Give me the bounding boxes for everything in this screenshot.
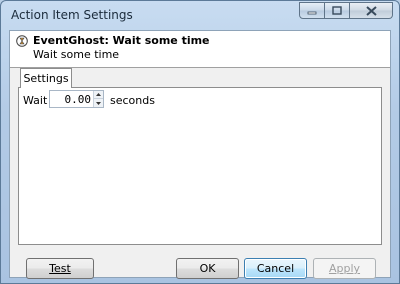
maximize-icon	[332, 5, 342, 15]
window-title: Action Item Settings	[11, 8, 133, 22]
settings-panel: Wait 0.00 seconds	[18, 87, 382, 245]
ok-button-label: OK	[199, 262, 216, 275]
hourglass-icon	[16, 35, 28, 47]
dialog-window: Action Item Settings EventGhost: Wait so…	[0, 0, 400, 284]
cancel-button[interactable]: Cancel	[244, 258, 307, 279]
minimize-icon	[307, 11, 317, 14]
arrow-up-icon	[96, 93, 101, 96]
test-button[interactable]: Test	[26, 258, 94, 279]
wait-time-spinner[interactable]: 0.00	[49, 90, 104, 108]
minimize-button[interactable]	[299, 2, 325, 19]
maximize-button[interactable]	[325, 2, 350, 19]
ok-button[interactable]: OK	[176, 258, 239, 279]
wait-time-input[interactable]: 0.00	[65, 93, 92, 106]
action-description: Wait some time	[33, 48, 120, 61]
tab-settings-label: Settings	[23, 72, 69, 85]
spin-down-button[interactable]	[94, 99, 103, 107]
close-button[interactable]	[350, 2, 393, 19]
title-bar[interactable]: Action Item Settings	[1, 1, 399, 28]
apply-button-label: Apply	[328, 262, 361, 275]
caption-buttons	[299, 2, 393, 20]
spinner-buttons	[93, 91, 103, 107]
wait-label: Wait	[23, 94, 48, 107]
arrow-down-icon	[96, 101, 101, 105]
apply-button: Apply	[313, 258, 376, 279]
cancel-button-label: Cancel	[256, 262, 295, 275]
action-header: EventGhost: Wait some time Wait some tim…	[10, 31, 390, 68]
close-icon	[365, 5, 377, 16]
dialog-client-area: EventGhost: Wait some time Wait some tim…	[9, 30, 391, 279]
action-title: EventGhost: Wait some time	[33, 34, 210, 47]
tab-settings[interactable]: Settings	[20, 68, 72, 88]
spin-up-button[interactable]	[94, 91, 103, 99]
test-button-label: Test	[49, 262, 71, 275]
seconds-label: seconds	[110, 94, 155, 107]
